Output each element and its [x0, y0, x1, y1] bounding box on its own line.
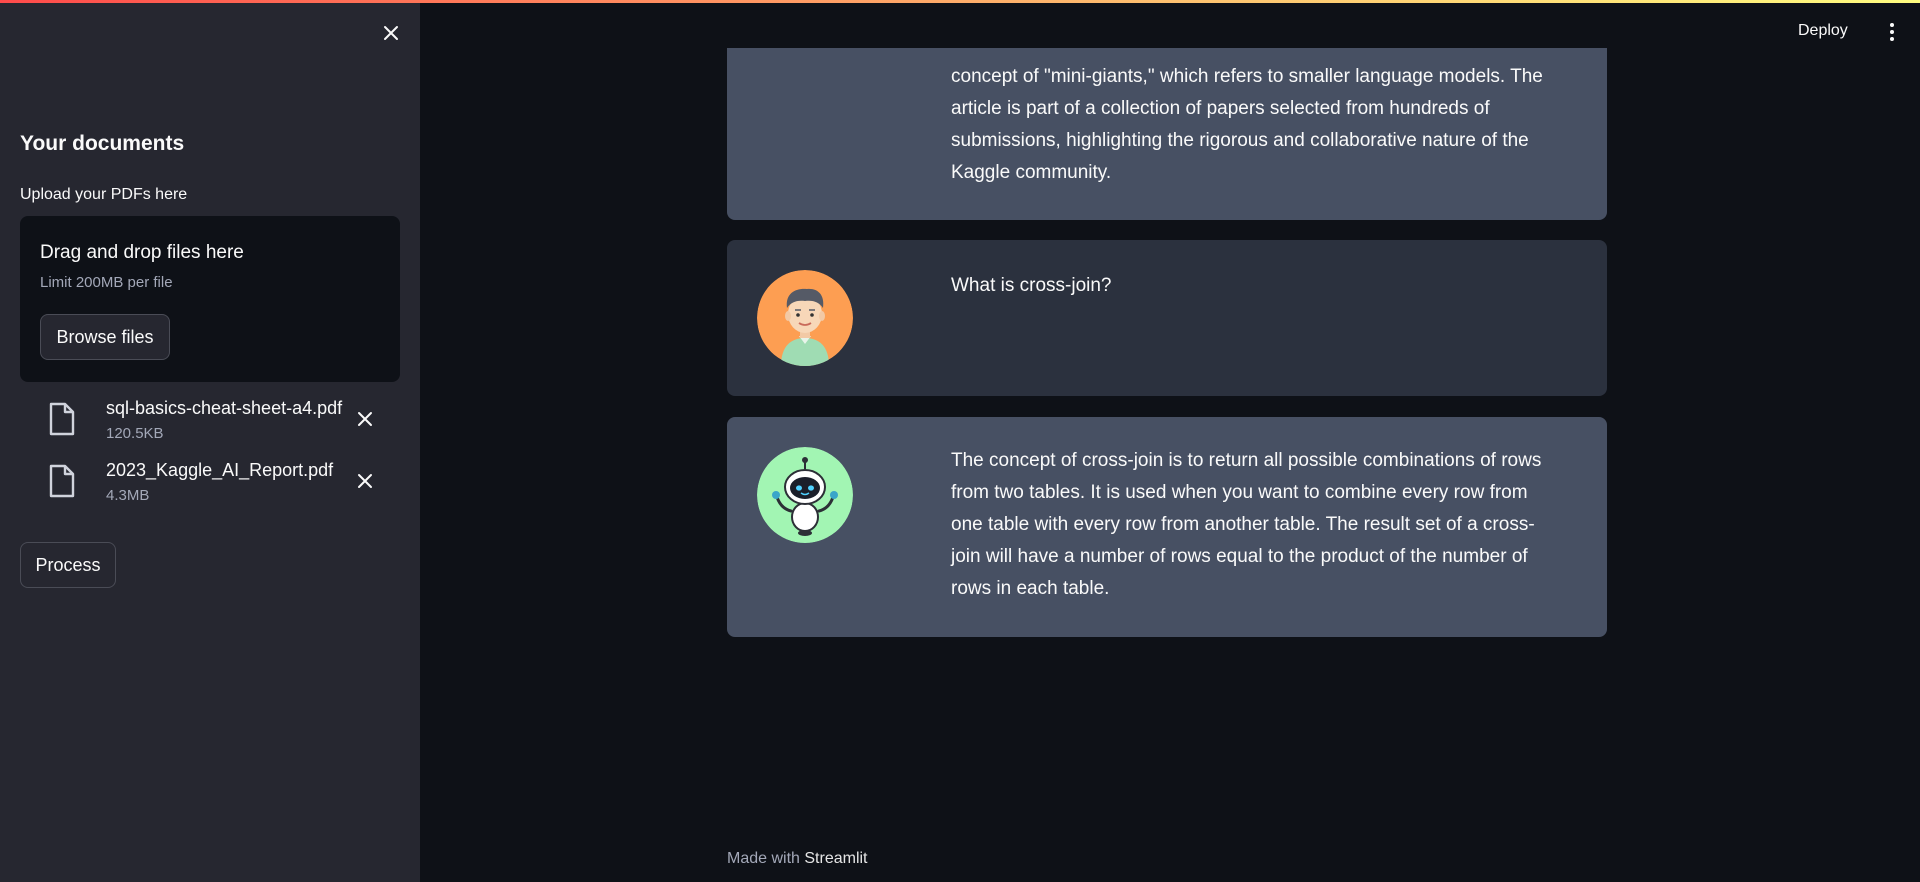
- sidebar: Your documents Upload your PDFs here Dra…: [0, 0, 420, 882]
- file-size: 4.3MB: [106, 487, 150, 504]
- sidebar-title: Your documents: [20, 132, 185, 155]
- file-name: sql-basics-cheat-sheet-a4.pdf: [106, 398, 343, 418]
- footer: Made with Streamlit: [727, 850, 868, 868]
- message-text: concept of "mini-giants," which refers t…: [951, 66, 1543, 183]
- uploaded-file-item: sql-basics-cheat-sheet-a4.pdf 120.5KB: [40, 398, 420, 450]
- close-icon: [384, 26, 398, 40]
- user-avatar-icon: [757, 270, 853, 366]
- process-button[interactable]: Process: [20, 542, 116, 588]
- file-dropzone[interactable]: Drag and drop files here Limit 200MB per…: [20, 216, 400, 382]
- deploy-button[interactable]: Deploy: [1794, 18, 1852, 44]
- streamlit-link[interactable]: Streamlit: [804, 850, 867, 867]
- main-menu-button[interactable]: [1882, 20, 1902, 44]
- chat-message-bot: concept of "mini-giants," which refers t…: [727, 48, 1607, 220]
- file-icon: [49, 402, 75, 436]
- bot-avatar: [757, 447, 853, 543]
- close-icon: [358, 412, 372, 426]
- robot-avatar-icon: [757, 447, 853, 543]
- dropzone-limit: Limit 200MB per file: [40, 274, 173, 291]
- remove-file-button[interactable]: [352, 406, 378, 432]
- more-vertical-icon-dot: [1890, 37, 1894, 41]
- user-avatar: [757, 270, 853, 366]
- close-sidebar-button[interactable]: [378, 20, 404, 46]
- chat-message-user: What is cross-join?: [727, 240, 1607, 396]
- dropzone-instructions: Drag and drop files here: [40, 242, 244, 263]
- footer-prefix: Made with: [727, 850, 800, 867]
- close-icon: [358, 474, 372, 488]
- remove-file-button[interactable]: [352, 468, 378, 494]
- file-name: 2023_Kaggle_AI_Report.pdf: [106, 460, 334, 480]
- message-text: The concept of cross-join is to return a…: [951, 450, 1542, 599]
- browse-files-button[interactable]: Browse files: [40, 314, 170, 360]
- file-size: 120.5KB: [106, 425, 164, 442]
- upload-label: Upload your PDFs here: [20, 186, 188, 203]
- uploaded-file-item: 2023_Kaggle_AI_Report.pdf 4.3MB: [40, 460, 420, 512]
- message-text: What is cross-join?: [951, 275, 1112, 296]
- chat-message-bot: The concept of cross-join is to return a…: [727, 417, 1607, 637]
- top-decoration-bar: [0, 0, 1920, 3]
- more-vertical-icon-dot: [1890, 30, 1894, 34]
- more-vertical-icon: [1890, 23, 1894, 27]
- file-icon: [49, 464, 75, 498]
